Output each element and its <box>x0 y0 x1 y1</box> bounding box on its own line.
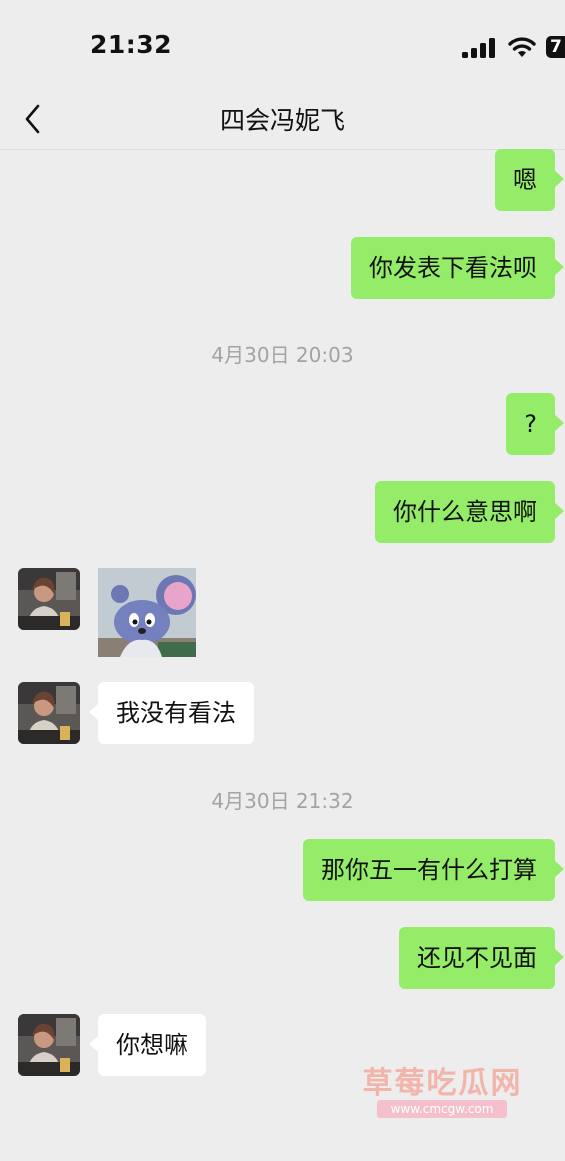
contact-avatar[interactable] <box>18 568 80 630</box>
message-bubble-sent[interactable]: 你发表下看法呗 <box>351 237 564 299</box>
message-bubble-sent[interactable]: 那你五一有什么打算 <box>303 839 564 901</box>
message-timestamp: 4月30日 21:32 <box>211 789 354 813</box>
wifi-icon <box>508 37 536 57</box>
message-bubble-sent[interactable]: 还见不见面 <box>399 927 564 989</box>
chat-header: 四会冯妮飞 <box>0 95 565 150</box>
message-bubble-sent[interactable]: 你什么意思啊 <box>375 481 564 543</box>
cartoon-mouse-sticker[interactable] <box>98 568 196 657</box>
battery-icon: 7 <box>546 36 565 58</box>
chat-title: 四会冯妮飞 <box>219 106 345 135</box>
site-watermark: 草莓吃瓜网 www.cmcgw.com <box>355 1058 530 1122</box>
status-time: 21:32 <box>90 30 173 59</box>
message-bubble-received[interactable]: 你想嘛 <box>89 1014 206 1076</box>
message-bubble-received[interactable]: 我没有看法 <box>89 682 254 744</box>
contact-avatar[interactable] <box>18 682 80 744</box>
message-bubble-sent[interactable]: 嗯 <box>495 149 564 211</box>
message-bubble-sent[interactable]: ? <box>506 393 564 455</box>
cellular-signal-icon <box>462 38 496 58</box>
message-timestamp: 4月30日 20:03 <box>211 343 354 367</box>
contact-avatar[interactable] <box>18 1014 80 1076</box>
watermark-url: www.cmcgw.com <box>377 1100 507 1118</box>
status-bar: 21:32 7 <box>0 0 565 95</box>
watermark-title: 草莓吃瓜网 <box>362 1066 523 1101</box>
